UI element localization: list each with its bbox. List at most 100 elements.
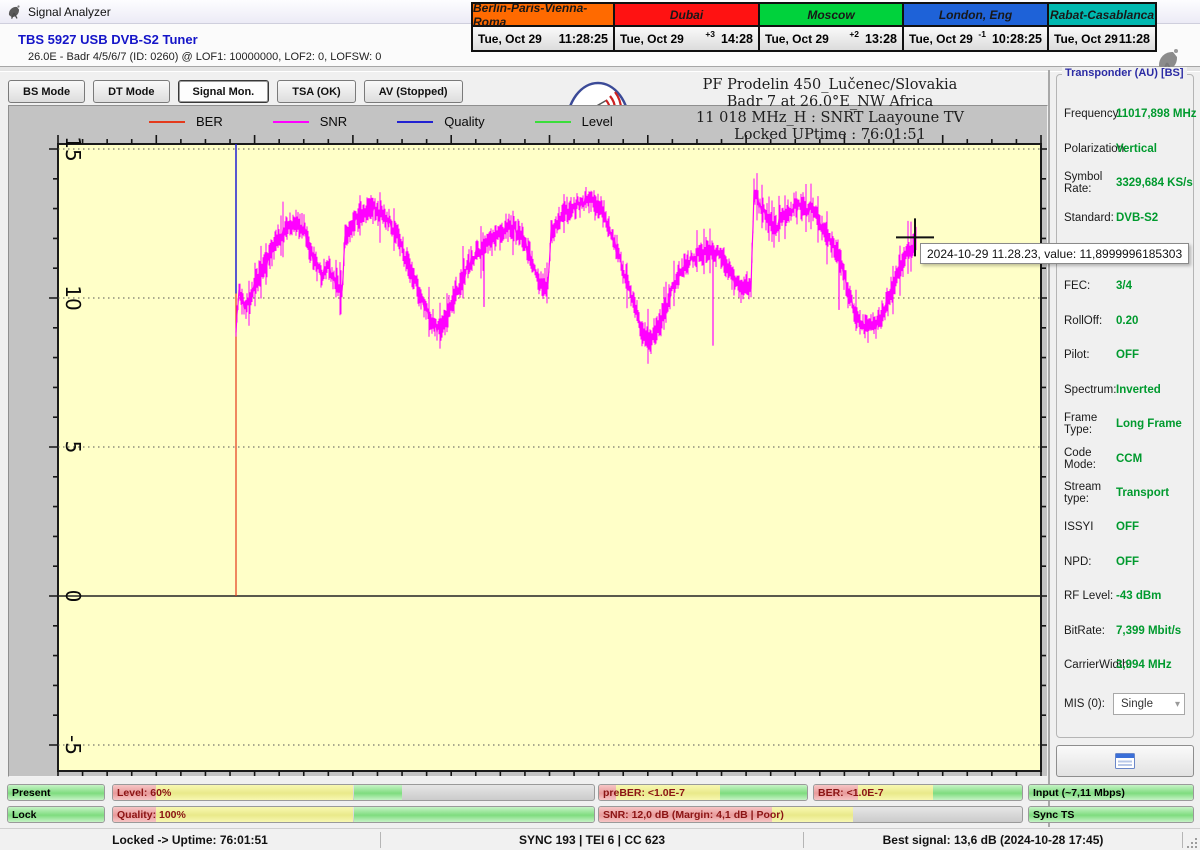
bar-segment-green [353,785,402,800]
clock-dubai: Dubai Tue, Oct 29 +3 14:28 [615,4,760,50]
app-dish-icon [8,4,20,19]
clock-date: Tue, Oct 29 [909,31,973,46]
y-tick-label: 5 [61,440,85,454]
status-separator [1182,832,1183,848]
transponder-row-label: CarrierWidth: [1064,659,1132,672]
transponder-row-label: NPD: [1064,555,1092,568]
header-line-frequency: 11 018 MHz_H : SNRT Laayoune TV [696,110,964,126]
transponder-row: Frequency: 11017,898 MHz [1057,97,1197,131]
clock-city-label: Berlin-Paris-Vienna-Roma [473,1,613,29]
transponder-row: Code Mode: CCM [1057,441,1193,475]
cursor-tooltip: 2024-10-29 11.28.23, value: 11,899999618… [920,243,1190,264]
transponder-row: NPD: OFF [1057,545,1193,579]
y-tick-label: 10 [61,285,85,311]
transponder-row-label: Stream type: [1064,481,1102,506]
sync-ts-indicator: Sync TS [1028,806,1194,823]
transponder-row-value: 11017,898 MHz [1116,108,1197,121]
snr-bar: SNR: 12,0 dB (Margin: 4,1 dB | Poor) [598,806,1023,823]
transponder-row-value: DVB-S2 [1116,211,1159,224]
transponder-row-value: Vertical [1116,142,1157,155]
site-header-block: PF Prodelin 450_Lučenec/Slovakia Badr 7 … [620,77,1040,143]
transponder-row: Spectrum: Inverted [1057,373,1193,407]
mis-dropdown[interactable]: Single ▾ [1113,693,1185,715]
transponder-row-label: Symbol Rate: [1064,171,1103,196]
bar-segment-green [353,807,594,822]
transponder-row-label: Pilot: [1064,349,1090,362]
bar-label: Lock [12,808,37,821]
clock-city-label: Moscow [760,4,902,27]
signal-analyzer-window: Signal Analyzer TBS 5927 USB DVB-S2 Tune… [0,0,1200,850]
transponder-panel-title: Transponder (AU) [BS] [1062,67,1187,79]
clock-utc-offset: +2 [849,28,860,39]
panel-grid-icon [1115,753,1135,769]
transponder-row-value: -43 dBm [1116,590,1162,603]
clock-date: Tue, Oct 29 [620,31,684,46]
clock-time: 11:28:25 [558,31,608,46]
clock-date: Tue, Oct 29 [765,31,829,46]
panel-divider [1048,70,1050,827]
transponder-row-label: Spectrum: [1064,383,1117,396]
input-rate-indicator: Input (~7,11 Mbps) [1028,784,1194,801]
bar-segment-green [932,785,1022,800]
status-bar: Locked -> Uptime: 76:01:51 SYNC 193 | TE… [0,828,1200,850]
transponder-row-label: FEC: [1064,280,1091,293]
transponder-row-value: 7,399 Mbit/s [1116,624,1182,637]
bar-label: Input (~7,11 Mbps) [1033,786,1125,799]
mis-row: MIS (0): Single ▾ [1064,693,1185,715]
clock-utc-offset: -1 [978,28,986,39]
transponder-panel: Transponder (AU) [BS] Frequency: 11017,89… [1056,67,1197,738]
clock-city-label: Dubai [615,4,758,27]
transponder-row-label: RollOff: [1064,314,1103,327]
level-bar: Level: 60% [112,784,595,801]
transponder-row-label: Frame Type: [1064,412,1098,437]
dt-mode-button[interactable]: DT Mode [93,80,170,103]
clock-time: 10:28:25 [991,31,1042,46]
transponder-rows: Frequency: 11017,898 MHz Polarization: Vert… [1057,97,1197,682]
present-indicator: Present [7,784,105,801]
mis-label: MIS (0): [1064,698,1105,710]
clock-berlin: Berlin-Paris-Vienna-Roma Tue, Oct 29 11:2… [473,1,615,50]
tuner-name: TBS 5927 USB DVB-S2 Tuner [18,32,198,47]
bar-label: Present [12,786,51,799]
plot-area[interactable] [9,106,1047,776]
transponder-row: CarrierWidth: 3,994 MHz [1057,648,1193,682]
transponder-row-label: Polarization: [1064,142,1128,155]
transponder-row: Pilot: OFF [1057,338,1193,372]
transponder-row-value: Inverted [1116,383,1161,396]
av-button[interactable]: AV (Stopped) [363,80,463,103]
transponder-row: Polarization: Vertical [1057,131,1193,165]
clock-time: 11:28 [1118,31,1150,46]
clock-date: Tue, Oct 29 [1054,31,1118,46]
transponder-row: Stream type: Transport [1057,476,1193,510]
header-line-uptime: Locked UPtime : 76:01:51 [734,126,926,143]
resize-grip[interactable] [1187,838,1198,849]
clock-london: London, Eng Tue, Oct 29 -1 10:28:25 [904,4,1049,50]
status-uptime: Locked -> Uptime: 76:01:51 [112,833,268,847]
clock-rabat: Rabat-Casablanca Tue, Oct 29 11:28 [1049,4,1155,50]
transponder-row-value: Transport [1116,487,1170,500]
ber-bar: BER: <1.0E-7 [813,784,1023,801]
transponder-row-label: BitRate: [1064,624,1105,637]
bs-mode-button[interactable]: BS Mode [8,80,86,103]
transponder-row-value: Long Frame [1116,418,1182,431]
clock-time: 13:28 [865,31,897,46]
tsa-button[interactable]: TSA (OK) [277,80,356,103]
bar-label: Level: 60% [117,786,172,799]
status-sync-counters: SYNC 193 | TEI 6 | CC 623 [518,833,666,847]
y-tick-label: 15 [61,136,85,162]
transponder-row: Standard: DVB-S2 [1057,200,1193,234]
tuner-details: 26.0E - Badr 4/5/6/7 (ID: 0260) @ LOF1: … [28,51,382,63]
transponder-row-value: 3329,684 KS/s [1116,177,1193,190]
transponder-row-value: 0.20 [1116,314,1139,327]
preber-bar: preBER: <1.0E-7 [598,784,808,801]
signal-chart[interactable]: BER SNR Quality Level 15 10 5 0 -5 [8,105,1048,777]
constellation-button[interactable] [1056,745,1194,777]
signal-mon-button[interactable]: Signal Mon. [177,80,270,103]
transponder-row: BitRate: 7,399 Mbit/s [1057,614,1193,648]
transponder-row: Symbol Rate: 3329,684 KS/s [1057,166,1193,200]
clock-time: 14:28 [721,31,753,46]
transponder-row-value: OFF [1116,555,1139,568]
mode-toolbar: BS Mode DT Mode Signal Mon. TSA (OK) AV … [8,80,463,103]
clock-moscow: Moscow Tue, Oct 29 +2 13:28 [760,4,904,50]
mis-selected-value: Single [1121,698,1153,710]
